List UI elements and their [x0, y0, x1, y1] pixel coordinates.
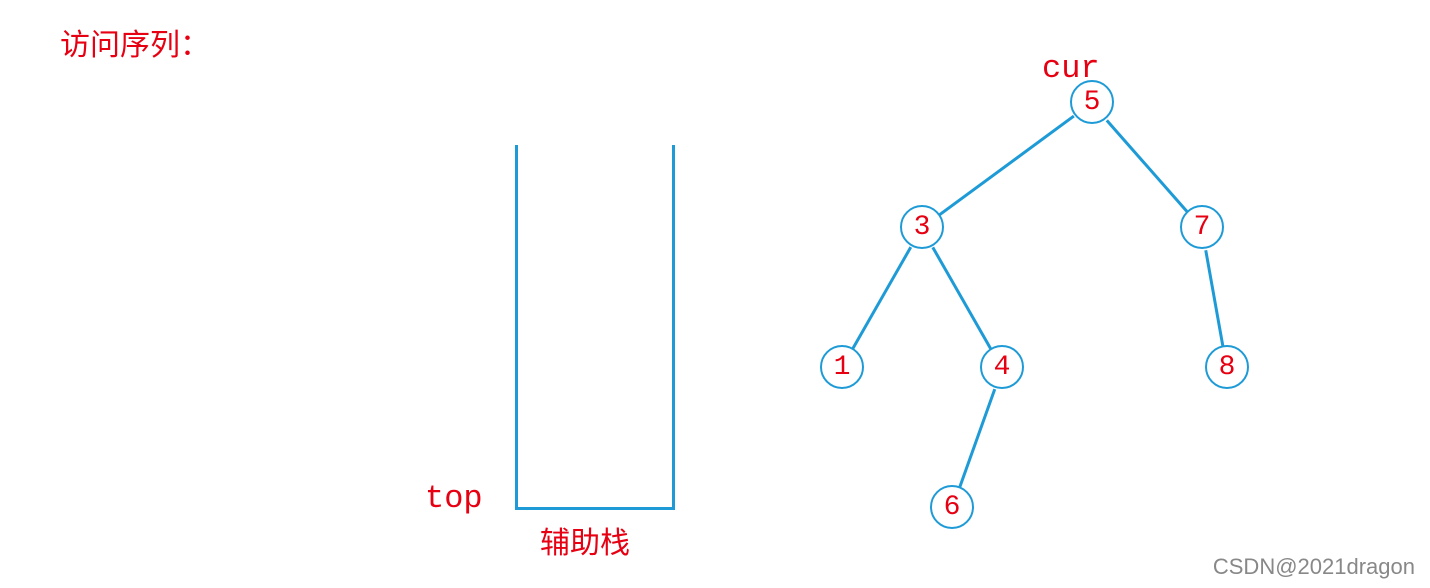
tree-node-7: 7 — [1180, 205, 1224, 249]
stack-right-wall — [672, 145, 675, 510]
tree-edge — [939, 115, 1075, 216]
top-pointer-label: top — [425, 480, 483, 517]
binary-tree: 5 3 7 1 4 8 6 — [780, 80, 1280, 550]
tree-node-3: 3 — [900, 205, 944, 249]
stack-label: 辅助栈 — [540, 518, 630, 562]
tree-edge — [852, 247, 912, 350]
tree-node-6: 6 — [930, 485, 974, 529]
tree-node-5: 5 — [1070, 80, 1114, 124]
tree-edge — [958, 389, 996, 488]
stack-left-wall — [515, 145, 518, 510]
watermark: CSDN@2021dragon — [1213, 554, 1415, 580]
stack-diagram — [515, 145, 675, 510]
tree-edge — [1205, 250, 1225, 347]
title-label: 访问序列： — [60, 20, 210, 64]
tree-node-8: 8 — [1205, 345, 1249, 389]
tree-node-4: 4 — [980, 345, 1024, 389]
tree-edge — [932, 247, 992, 350]
stack-bottom-wall — [515, 507, 675, 510]
tree-edge — [1106, 119, 1189, 213]
tree-node-1: 1 — [820, 345, 864, 389]
